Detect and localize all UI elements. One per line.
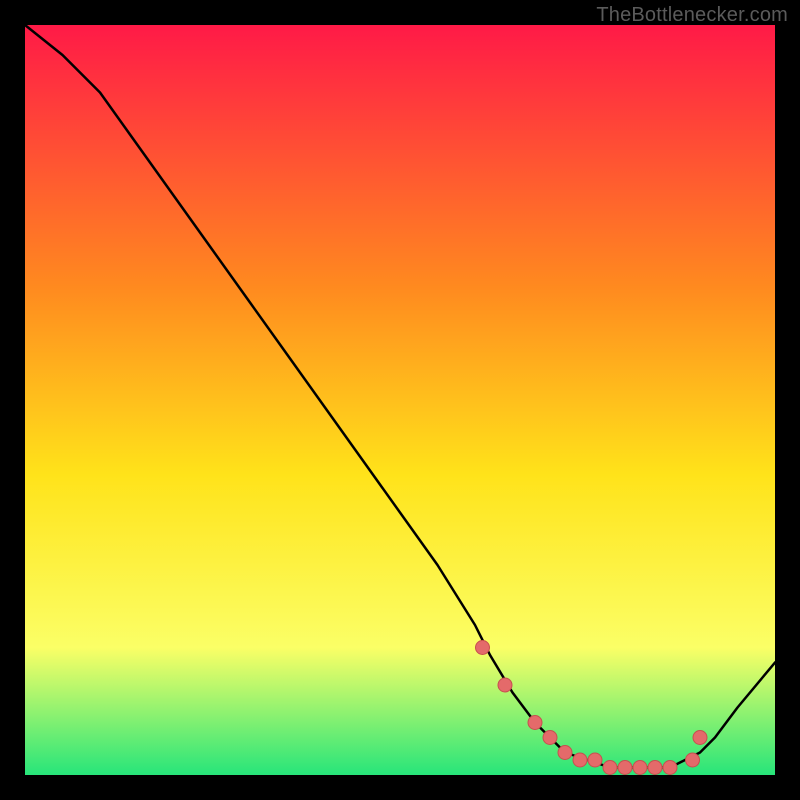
optimal-dot [573,753,587,767]
optimal-dot [663,761,677,775]
watermark-text: TheBottlenecker.com [596,4,788,27]
optimal-dot [618,761,632,775]
chart-frame: TheBottlenecker.com [0,0,800,800]
bottleneck-chart [25,25,775,775]
optimal-dot [648,761,662,775]
optimal-dot [498,678,512,692]
optimal-dot [528,716,542,730]
gradient-background [25,25,775,775]
optimal-dot [543,731,557,745]
optimal-dot [588,753,602,767]
optimal-dot [693,731,707,745]
optimal-dot [476,641,490,655]
optimal-dot [603,761,617,775]
optimal-dot [558,746,572,760]
optimal-dot [633,761,647,775]
optimal-dot [686,753,700,767]
